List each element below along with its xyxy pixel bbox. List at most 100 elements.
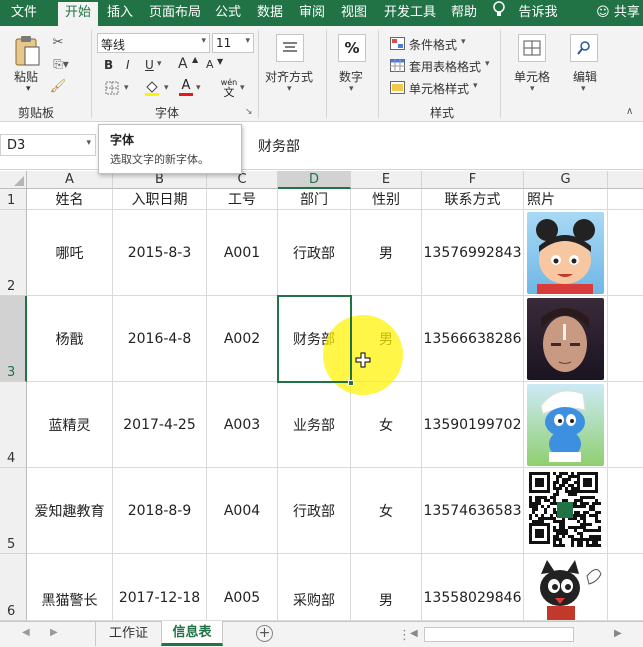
column-header-d[interactable]: D <box>278 171 351 189</box>
cell-e5[interactable]: 女 <box>351 468 422 554</box>
tab-data[interactable]: 数据 <box>252 0 288 26</box>
cell-c5[interactable]: A004 <box>207 468 278 554</box>
cell-a2[interactable]: 哪吒 <box>27 210 113 296</box>
column-header-f[interactable]: F <box>422 171 524 189</box>
cell-a6[interactable]: 黑猫警长 <box>27 554 113 621</box>
add-sheet-icon[interactable]: + <box>256 625 273 642</box>
sheet-tab-workcard[interactable]: 工作证 <box>95 622 161 646</box>
photo-black-cat[interactable] <box>527 556 604 620</box>
format-painter-icon[interactable]: 🖌 <box>50 78 67 94</box>
cell-c4[interactable]: A003 <box>207 382 278 468</box>
cell-b5[interactable]: 2018-8-9 <box>113 468 207 554</box>
cells-icon[interactable] <box>518 34 546 62</box>
formula-input[interactable]: 财务部 <box>248 134 643 156</box>
tab-formulas[interactable]: 公式 <box>210 0 246 26</box>
qr-code[interactable] <box>527 470 604 552</box>
cell-c3[interactable]: A002 <box>207 296 278 382</box>
horizontal-scrollbar[interactable] <box>424 627 574 642</box>
hscroll-left-icon[interactable]: ◀ <box>410 628 418 639</box>
format-as-table-button[interactable]: 套用表格格式 <box>409 58 481 75</box>
tab-insert[interactable]: 插入 <box>102 0 138 26</box>
cell-d1[interactable]: 部门 <box>278 189 351 210</box>
cell-f6[interactable]: 13558029846 <box>422 554 524 621</box>
cell-a5[interactable]: 爱知趣教育 <box>27 468 113 554</box>
cell-d6[interactable]: 采购部 <box>278 554 351 621</box>
photo-smurf[interactable] <box>527 384 604 466</box>
chevron-down-icon[interactable]: ▾ <box>349 84 354 94</box>
tab-review[interactable]: 审阅 <box>294 0 330 26</box>
photo-yangjian[interactable] <box>527 298 604 380</box>
cell-e2[interactable]: 男 <box>351 210 422 296</box>
cell-b4[interactable]: 2017-4-25 <box>113 382 207 468</box>
search-icon[interactable] <box>570 34 598 62</box>
borders-dropdown-icon[interactable]: ▾ <box>124 83 129 93</box>
sheet-tab-info[interactable]: 信息表 <box>161 621 223 646</box>
grow-font-button[interactable]: A <box>178 56 188 72</box>
row-header-6[interactable]: 6 <box>0 554 27 621</box>
font-color-icon[interactable]: A <box>178 77 194 97</box>
tab-page-layout[interactable]: 页面布局 <box>144 0 206 26</box>
cell-b3[interactable]: 2016-4-8 <box>113 296 207 382</box>
cell-f3[interactable]: 13566638286 <box>422 296 524 382</box>
bold-button[interactable]: B <box>104 58 113 72</box>
chevron-down-icon[interactable]: ▾ <box>530 84 535 94</box>
tell-me-box[interactable]: 告诉我 <box>514 0 562 26</box>
italic-button[interactable]: I <box>126 58 130 72</box>
row-header-3[interactable]: 3 <box>0 296 27 382</box>
cell-e1[interactable]: 性别 <box>351 189 422 210</box>
cell-c2[interactable]: A001 <box>207 210 278 296</box>
paste-icon[interactable] <box>12 34 42 68</box>
cell-f5[interactable]: 13574636583 <box>422 468 524 554</box>
tab-file[interactable]: 文件 <box>6 0 42 26</box>
cell-a3[interactable]: 杨戬 <box>27 296 113 382</box>
cell-styles-button[interactable]: 单元格样式 <box>409 80 469 97</box>
row-header-5[interactable]: 5 <box>0 468 27 554</box>
cell-c1[interactable]: 工号 <box>207 189 278 210</box>
scroll-left-icon[interactable]: ◀ <box>22 627 30 638</box>
select-all-corner[interactable] <box>0 171 27 189</box>
column-header-g[interactable]: G <box>524 171 608 189</box>
row-header-1[interactable]: 1 <box>0 189 27 210</box>
hscroll-right-icon[interactable]: ▶ <box>614 628 622 639</box>
cell-d5[interactable]: 行政部 <box>278 468 351 554</box>
cell-h3[interactable] <box>608 296 643 382</box>
chevron-down-icon[interactable]: ▾ <box>201 36 206 46</box>
scroll-right-icon[interactable]: ▶ <box>50 627 58 638</box>
row-header-2[interactable]: 2 <box>0 210 27 296</box>
number-format-button[interactable]: 数字 <box>339 68 363 85</box>
font-dialog-launcher-icon[interactable]: ↘ <box>245 107 253 117</box>
tab-help[interactable]: 帮助 <box>446 0 482 26</box>
alignment-button[interactable]: 对齐方式 <box>265 68 313 85</box>
cell-h6[interactable] <box>608 554 643 621</box>
tab-view[interactable]: 视图 <box>336 0 372 26</box>
cell-a4[interactable]: 蓝精灵 <box>27 382 113 468</box>
fill-color-dropdown-icon[interactable]: ▾ <box>164 83 169 93</box>
chevron-down-icon[interactable]: ▾ <box>461 37 466 47</box>
row-header-4[interactable]: 4 <box>0 382 27 468</box>
underline-dropdown-icon[interactable]: ▾ <box>157 59 162 69</box>
column-header-e[interactable]: E <box>351 171 422 189</box>
column-header-h[interactable] <box>608 171 643 189</box>
copy-icon[interactable]: ⎘▾ <box>50 56 72 72</box>
fill-handle[interactable] <box>348 380 354 386</box>
font-name-combobox[interactable]: 等线 ▾ <box>97 33 210 53</box>
cell-h1[interactable] <box>608 189 643 210</box>
tab-home[interactable]: 开始 <box>58 2 98 26</box>
cell-h4[interactable] <box>608 382 643 468</box>
cell-h2[interactable] <box>608 210 643 296</box>
share-button[interactable]: ☺ 共享 <box>594 0 642 26</box>
chevron-down-icon[interactable]: ▾ <box>86 138 91 148</box>
cell-d2[interactable]: 行政部 <box>278 210 351 296</box>
name-box[interactable]: D3 ▾ <box>0 134 96 156</box>
chevron-down-icon[interactable]: ▾ <box>485 59 490 69</box>
cell-g1[interactable]: 照片 <box>524 189 608 210</box>
phonetic-dropdown-icon[interactable]: ▾ <box>240 83 245 93</box>
cell-c6[interactable]: A005 <box>207 554 278 621</box>
collapse-ribbon-icon[interactable]: ∧ <box>626 106 633 117</box>
cell-e6[interactable]: 男 <box>351 554 422 621</box>
borders-icon[interactable] <box>102 80 122 96</box>
chevron-down-icon[interactable]: ▾ <box>245 36 250 46</box>
paste-button[interactable]: 粘贴 <box>14 68 38 85</box>
cell-f4[interactable]: 13590199702 <box>422 382 524 468</box>
cell-b1[interactable]: 入职日期 <box>113 189 207 210</box>
